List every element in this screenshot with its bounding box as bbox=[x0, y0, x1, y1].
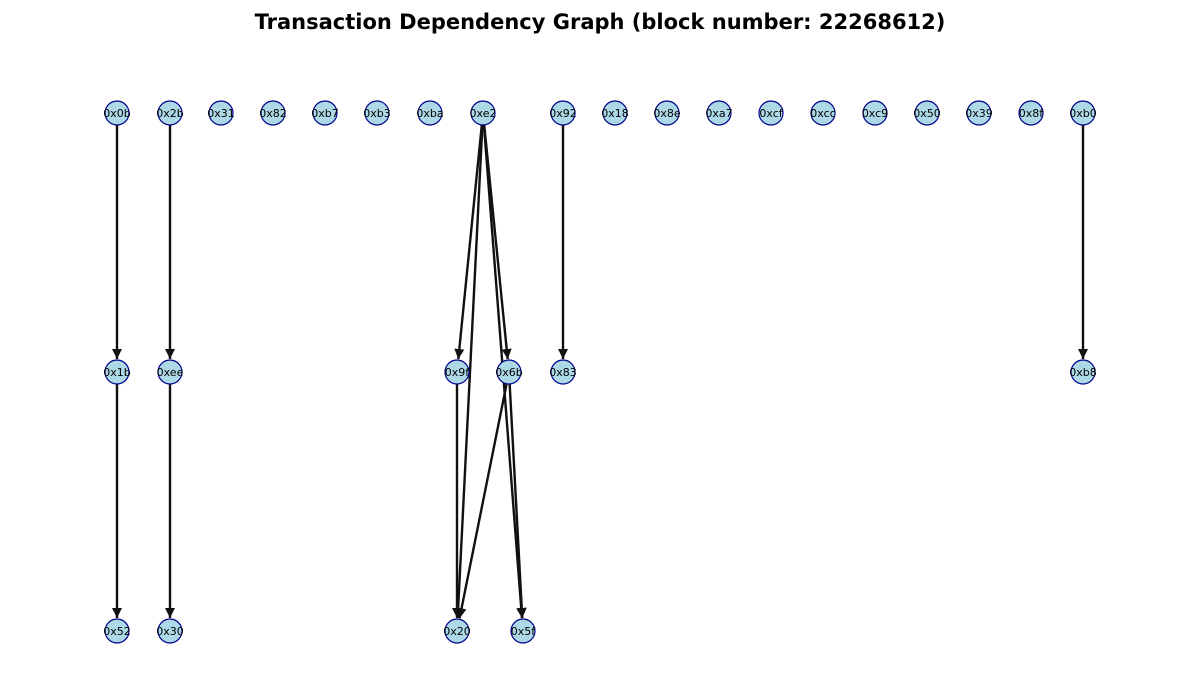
node-0x8e: 0x8e bbox=[653, 100, 681, 126]
node-0xe2: 0xe2 bbox=[470, 100, 497, 126]
node-label: 0x8f bbox=[1019, 107, 1045, 120]
node-0xb0: 0xb0 bbox=[1069, 100, 1097, 126]
node-0x0b: 0x0b bbox=[103, 100, 131, 126]
node-label: 0x9f bbox=[445, 366, 471, 379]
nodes-layer: 0x0b 0x2b 0x31 0x82 0xb7 0xb3 0xba 0xe2 0x92 0x18… bbox=[103, 100, 1097, 644]
node-0x1b: 0x1b bbox=[103, 359, 131, 385]
node-0x18: 0x18 bbox=[601, 100, 629, 126]
node-0x82: 0x82 bbox=[259, 100, 287, 126]
edge-0xe2-to-0x9f bbox=[454, 124, 483, 360]
node-0x83: 0x83 bbox=[549, 359, 577, 385]
node-0xee: 0xee bbox=[157, 359, 184, 385]
node-label: 0x1b bbox=[103, 366, 131, 379]
node-label: 0xcc bbox=[810, 107, 835, 120]
node-0xc9: 0xc9 bbox=[862, 100, 888, 126]
node-label: 0x30 bbox=[156, 625, 184, 638]
node-label: 0x92 bbox=[549, 107, 577, 120]
node-0x5f: 0x5f bbox=[510, 618, 537, 644]
node-label: 0xb7 bbox=[311, 107, 339, 120]
node-0x20: 0x20 bbox=[443, 618, 471, 644]
node-0x6b: 0x6b bbox=[495, 359, 523, 385]
node-0x31: 0x31 bbox=[207, 100, 235, 126]
edges-layer bbox=[111, 124, 1089, 619]
node-0x2b: 0x2b bbox=[156, 100, 184, 126]
node-0x50: 0x50 bbox=[913, 100, 941, 126]
node-label: 0xc9 bbox=[862, 107, 888, 120]
node-0x30: 0x30 bbox=[156, 618, 184, 644]
node-0xa7: 0xa7 bbox=[705, 100, 733, 126]
node-label: 0x0b bbox=[103, 107, 131, 120]
node-label: 0xcf bbox=[759, 107, 783, 120]
node-label: 0xb0 bbox=[1069, 107, 1097, 120]
node-0x9f: 0x9f bbox=[444, 359, 471, 385]
node-0xb8: 0xb8 bbox=[1069, 359, 1097, 385]
node-label: 0x82 bbox=[259, 107, 287, 120]
edge-0x6b-to-0x5f bbox=[508, 383, 527, 619]
node-0xb3: 0xb3 bbox=[363, 100, 391, 126]
node-label: 0x8e bbox=[653, 107, 681, 120]
node-label: 0xb3 bbox=[363, 107, 391, 120]
node-label: 0x18 bbox=[601, 107, 629, 120]
node-label: 0x39 bbox=[965, 107, 993, 120]
node-label: 0x5f bbox=[511, 625, 537, 638]
node-label: 0xee bbox=[157, 366, 184, 379]
node-0x92: 0x92 bbox=[549, 100, 577, 126]
node-label: 0xa7 bbox=[705, 107, 732, 120]
node-label: 0xb8 bbox=[1069, 366, 1097, 379]
dependency-graph: 0x0b 0x2b 0x31 0x82 0xb7 0xb3 0xba 0xe2 0x92 0x18… bbox=[103, 100, 1097, 644]
node-0xba: 0xba bbox=[416, 100, 444, 126]
node-0xcf: 0xcf bbox=[758, 100, 784, 126]
node-0x52: 0x52 bbox=[103, 618, 131, 644]
node-label: 0xe2 bbox=[470, 107, 497, 120]
node-0x8f: 0x8f bbox=[1018, 100, 1045, 126]
node-0xcc: 0xcc bbox=[810, 100, 836, 126]
node-label: 0x31 bbox=[207, 107, 235, 120]
node-label: 0x50 bbox=[913, 107, 941, 120]
node-label: 0x2b bbox=[156, 107, 184, 120]
node-label: 0xba bbox=[416, 107, 443, 120]
node-0xb7: 0xb7 bbox=[311, 100, 339, 126]
node-label: 0x83 bbox=[549, 366, 577, 379]
node-label: 0x6b bbox=[495, 366, 523, 379]
node-label: 0x52 bbox=[103, 625, 131, 638]
node-0x39: 0x39 bbox=[965, 100, 993, 126]
node-label: 0x20 bbox=[443, 625, 471, 638]
